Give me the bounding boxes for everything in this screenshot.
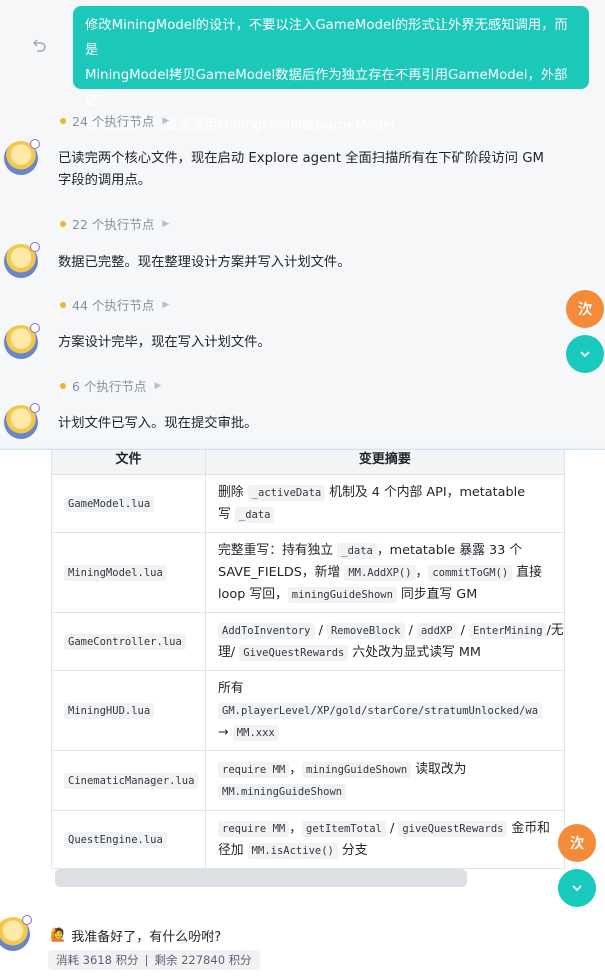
table-row: CinematicManager.lua require MM， miningGu…: [51, 750, 565, 811]
status-dot: [60, 220, 66, 227]
summary-cell: require MM， getItemTotal / giveQuestRewar…: [205, 810, 565, 869]
summon-button-label: 㳄: [578, 302, 592, 318]
summary-cell: require MM， miningGuideShown 读取改为 MM.mini…: [205, 750, 565, 811]
caret-right-icon: ▶: [162, 115, 170, 126]
file-name: GameModel.lua: [64, 496, 155, 512]
assistant-message: 数据已完整。现在整理设计方案并写入计划文件。: [58, 255, 351, 270]
assistant-avatar: [0, 915, 32, 951]
plan-pane[interactable]: 文件 变更摘要 GameModel.lua 删除 _activeData 机制及…: [0, 450, 605, 976]
summon-button[interactable]: 㳄: [558, 824, 596, 862]
status-dot: [60, 301, 66, 308]
file-name: MiningHUD.lua: [64, 703, 155, 719]
summon-button-label: 㳄: [570, 836, 584, 852]
assistant-message: 方案设计完毕，现在写入计划文件。: [58, 335, 271, 350]
assistant-message: 已读完两个核心文件，现在启动 Explore agent 全面扫描所有在下矿阶段…: [58, 148, 544, 192]
assistant-avatar: [4, 242, 40, 278]
file-name: QuestEngine.lua: [64, 832, 167, 848]
chat-history-pane[interactable]: 修改MiningModel的设计，不要以注入GameModel的形式让外界无感知…: [0, 0, 605, 450]
file-cell: MiningHUD.lua: [51, 670, 206, 751]
execution-nodes-label: 6 个执行节点: [72, 379, 147, 394]
execution-nodes-toggle[interactable]: 44 个执行节点 ▶: [60, 295, 169, 314]
execution-nodes-toggle[interactable]: 22 个执行节点 ▶: [60, 214, 169, 233]
ready-message: 🙋 我准备好了，有什么吩咐?: [50, 926, 221, 945]
table-row: MiningHUD.lua 所有 GM.playerLevel/XP/gold/…: [51, 670, 565, 751]
usage-badge: 消耗 3618 积分 | 剩余 227840 积分: [48, 950, 260, 970]
execution-nodes-toggle[interactable]: 24 个执行节点 ▶: [60, 111, 169, 130]
user-message-line: MiningModel拷贝GameModel数据后作为独立存在不再引用GameM…: [85, 68, 568, 108]
summary-cell: 所有 GM.playerLevel/XP/gold/starCore/strat…: [205, 670, 565, 751]
file-cell: MiningModel.lua: [51, 532, 206, 613]
usage-consumed: 消耗 3618 积分: [56, 953, 139, 967]
file-cell: QuestEngine.lua: [51, 810, 206, 869]
assistant-message-line: 字段的调用点。: [58, 173, 152, 188]
assistant-message-line: 已读完两个核心文件，现在启动 Explore agent 全面扫描所有在下矿阶段…: [58, 151, 545, 166]
table-row: QuestEngine.lua require MM， getItemTotal …: [51, 810, 565, 869]
chevron-down-icon: [572, 885, 582, 892]
column-header-file: 文件: [51, 450, 206, 475]
summary-cell: 完整重写：持有独立 _data ，metatable 暴露 33 个 SAVE_F…: [205, 532, 565, 613]
table-header-row: 文件 变更摘要: [51, 450, 565, 475]
assistant-avatar: [4, 139, 40, 175]
undo-icon[interactable]: [30, 37, 48, 55]
raised-hand-icon: 🙋: [50, 928, 67, 943]
assistant-avatar: [4, 323, 40, 359]
usage-remaining: 剩余 227840 积分: [154, 953, 252, 967]
scroll-down-button[interactable]: [558, 869, 596, 907]
horizontal-scrollbar[interactable]: [55, 869, 467, 887]
table-row: GameModel.lua 删除 _activeData 机制及 4 个内部 A…: [51, 474, 565, 533]
file-name: CinematicManager.lua: [64, 773, 199, 789]
execution-nodes-label: 44 个执行节点: [72, 298, 155, 313]
caret-right-icon: ▶: [162, 299, 170, 310]
file-cell: GameController.lua: [51, 612, 206, 671]
status-dot: [60, 382, 66, 389]
table-row: GameController.lua AddToInventory / Remo…: [51, 612, 565, 671]
file-cell: CinematicManager.lua: [51, 750, 206, 811]
execution-nodes-toggle[interactable]: 6 个执行节点 ▶: [60, 376, 161, 395]
caret-right-icon: ▶: [154, 380, 162, 391]
table-row: MiningModel.lua 完整重写：持有独立 _data ，metatabl…: [51, 532, 565, 613]
summary-cell: AddToInventory / RemoveBlock / addXP / E…: [205, 612, 565, 671]
assistant-message: 计划文件已写入。现在提交审批。: [58, 416, 258, 431]
file-name: GameController.lua: [64, 634, 186, 650]
scroll-down-button[interactable]: [566, 335, 604, 373]
chevron-down-icon: [580, 351, 590, 358]
execution-nodes-label: 22 个执行节点: [72, 217, 155, 232]
file-cell: GameModel.lua: [51, 474, 206, 533]
user-message-bubble: 修改MiningModel的设计，不要以注入GameModel的形式让外界无感知…: [73, 6, 589, 133]
column-header-summary: 变更摘要: [205, 450, 565, 475]
summary-cell: 删除 _activeData 机制及 4 个内部 API，metatable 写…: [205, 474, 565, 533]
status-dot: [60, 117, 66, 124]
file-name: MiningModel.lua: [64, 565, 167, 581]
assistant-avatar: [4, 403, 40, 439]
ready-message-text: 我准备好了，有什么吩咐?: [71, 930, 222, 945]
usage-separator: |: [144, 953, 149, 967]
caret-right-icon: ▶: [162, 218, 170, 229]
summon-button[interactable]: 㳄: [566, 290, 604, 328]
plan-changes-table: 文件 变更摘要 GameModel.lua 删除 _activeData 机制及…: [51, 450, 565, 869]
execution-nodes-label: 24 个执行节点: [72, 114, 155, 129]
user-message-line: 修改MiningModel的设计，不要以注入GameModel的形式让外界无感知…: [85, 18, 568, 58]
